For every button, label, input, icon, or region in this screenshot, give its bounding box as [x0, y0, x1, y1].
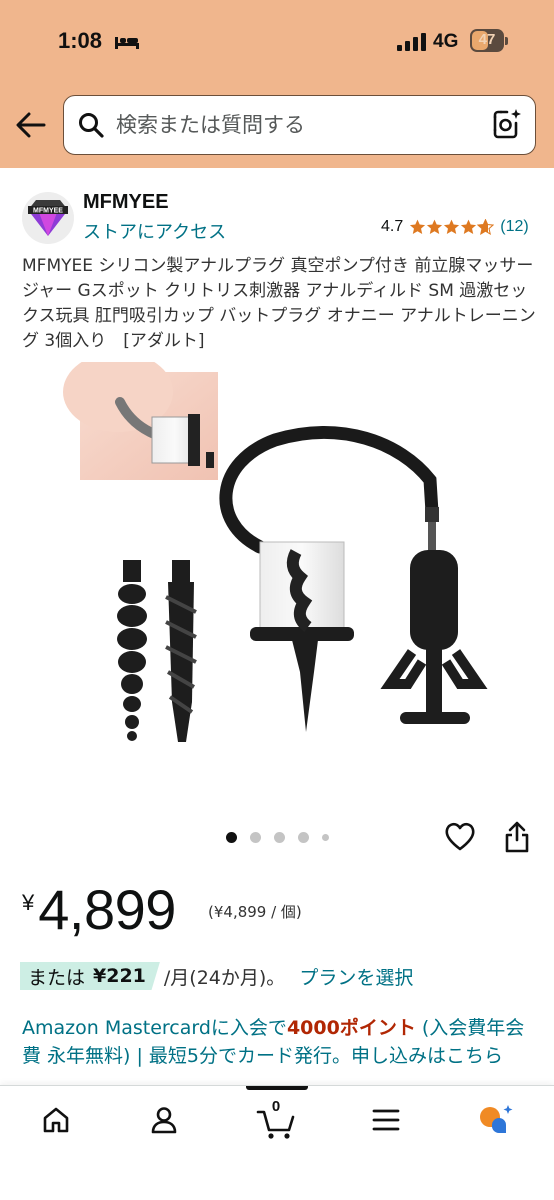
account-icon: [151, 1107, 177, 1134]
carousel-dot[interactable]: [226, 832, 237, 843]
menu-icon: [372, 1109, 400, 1131]
star-rating: [409, 219, 495, 235]
rating-summary[interactable]: 4.7 (12): [381, 218, 529, 236]
nav-cart[interactable]: 0: [246, 1098, 306, 1140]
nav-account[interactable]: [134, 1100, 194, 1140]
rufus-icon: [480, 1105, 513, 1134]
product-image[interactable]: [60, 362, 500, 782]
carousel-dot[interactable]: [322, 834, 329, 841]
battery-icon: 47: [470, 29, 510, 53]
unit-price: (¥4,899 / 個): [208, 903, 302, 921]
home-icon: [43, 1107, 69, 1133]
search-icon[interactable]: [78, 112, 104, 138]
select-plan-link[interactable]: プランを選択: [299, 963, 413, 990]
promo-points: 4000ポイント: [286, 1017, 416, 1039]
nav-home[interactable]: [26, 1100, 86, 1140]
heart-icon[interactable]: [444, 822, 476, 852]
store-name[interactable]: MFMYEE: [83, 191, 169, 214]
visit-store-link[interactable]: ストアにアクセス: [83, 218, 226, 244]
status-time: 1:08: [58, 28, 103, 53]
sleep-focus-icon: [115, 37, 139, 49]
image-carousel-indicator[interactable]: [226, 832, 342, 843]
bottom-navigation: 0: [0, 1085, 554, 1200]
currency-symbol: ¥: [22, 890, 35, 915]
star-icon: [461, 219, 477, 234]
installment-prefix: または: [28, 966, 86, 989]
app-header: 1:08 4G 47: [0, 0, 554, 168]
review-count[interactable]: (12): [500, 218, 528, 236]
active-tab-indicator: [246, 1086, 308, 1090]
status-bar: 1:08 4G 47: [0, 0, 554, 86]
nav-rufus[interactable]: [466, 1100, 526, 1140]
installment-term: /月(24か月)。: [163, 966, 286, 989]
back-arrow-icon[interactable]: [14, 108, 48, 142]
price-amount: 4,899: [38, 878, 176, 941]
share-icon[interactable]: [504, 820, 530, 854]
price: ¥ 4,899: [22, 878, 176, 942]
nav-menu[interactable]: [356, 1100, 416, 1140]
installment-badge: または ¥221: [20, 962, 160, 990]
star-icon: [427, 219, 443, 234]
network-type: 4G: [433, 31, 459, 52]
carousel-dot[interactable]: [250, 832, 261, 843]
carousel-dot[interactable]: [298, 832, 309, 843]
search-input[interactable]: [116, 96, 476, 153]
store-logo[interactable]: MFMYEE: [22, 192, 74, 244]
half-star-icon: [477, 219, 495, 235]
store-logo-text: MFMYEE: [33, 208, 63, 215]
star-icon: [444, 219, 460, 234]
star-icon: [410, 219, 426, 234]
product-title: MFMYEE シリコン製アナルプラグ 真空ポンプ付き 前立腺マッサージャー Gス…: [22, 256, 536, 351]
installment-amount: ¥221: [93, 965, 146, 987]
cart-count: 0: [271, 1098, 281, 1115]
carousel-dot[interactable]: [274, 832, 285, 843]
battery-level: 47: [478, 31, 496, 48]
promo-text: Amazon Mastercardに入会で: [22, 1017, 287, 1039]
mastercard-promo-link[interactable]: Amazon Mastercardに入会で4000ポイント (入会費年会費 永年…: [22, 1014, 534, 1086]
installment-row: または ¥221 /月(24か月)。 プランを選択: [20, 961, 413, 991]
cellular-signal-icon: [397, 33, 426, 51]
camera-search-icon[interactable]: [491, 108, 523, 140]
rating-value: 4.7: [381, 218, 404, 235]
search-bar[interactable]: [63, 95, 536, 155]
